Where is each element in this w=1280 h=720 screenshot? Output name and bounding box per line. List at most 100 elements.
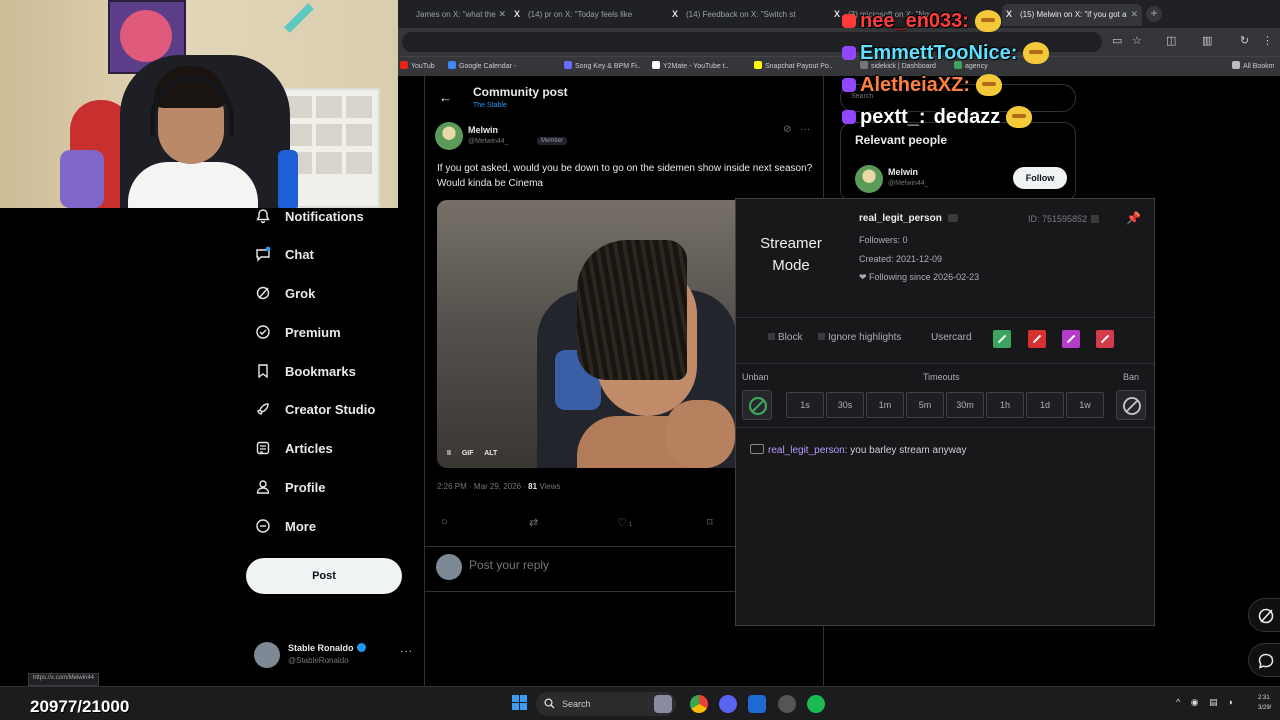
timeout-1h-button[interactable]: 1h (986, 392, 1024, 418)
app-icon[interactable] (778, 695, 796, 713)
browser-tab-bar: ✕ James on X: "what the X (14) pr on X: "T… (398, 0, 1280, 28)
browser-tab[interactable]: ✕ James on X: "what the (398, 4, 510, 26)
nav-notifications[interactable]: Notifications (254, 204, 364, 228)
back-arrow-icon[interactable]: ← (439, 90, 452, 105)
author-name[interactable]: Melwin (468, 125, 498, 135)
highlight-green-button[interactable] (993, 330, 1011, 348)
browser-tab[interactable]: X (14) pr on X: "Today feels like (510, 4, 662, 26)
block-checkbox[interactable]: Block (768, 332, 802, 343)
windows-start-icon[interactable] (512, 695, 528, 711)
nav-articles[interactable]: Articles (254, 436, 333, 460)
chrome-icon[interactable] (690, 695, 708, 713)
x-logo-icon: X (834, 9, 841, 19)
cast-icon[interactable]: ▭ (1112, 34, 1122, 47)
nav-profile[interactable]: Profile (254, 475, 325, 499)
calendar-icon (448, 61, 456, 69)
chat-username: AletheiaXZ (860, 73, 964, 96)
alt-badge[interactable]: ALT (484, 450, 497, 457)
timeout-5m-button[interactable]: 5m (906, 392, 944, 418)
reply-icon[interactable]: ○ (441, 516, 448, 528)
more-dots-icon[interactable]: ··· (800, 124, 810, 135)
person-name[interactable]: Melwin (888, 167, 918, 177)
chat-message: EmmettTooNice: (842, 38, 1050, 68)
menu-icon[interactable]: ⋮ (1262, 34, 1273, 47)
bookmark-item[interactable]: Song Key & BPM Fi.. (564, 61, 641, 70)
emote-icon (1006, 106, 1033, 128)
avatar[interactable] (855, 165, 883, 193)
timeout-1s-button[interactable]: 1s (786, 392, 824, 418)
ban-button[interactable] (1116, 390, 1146, 420)
account-switcher[interactable]: Stable Ronaldo @StableRonaldo ··· (254, 640, 414, 676)
usercard-username[interactable]: real_legit_person (859, 213, 942, 224)
browser-tab[interactable]: X (14) Feedback on X: "Switch st (668, 4, 828, 26)
author-handle[interactable]: @Melwin44_ (468, 138, 509, 145)
spotify-icon[interactable] (807, 695, 825, 713)
more-circle-icon (254, 517, 272, 535)
timeout-1m-button[interactable]: 1m (866, 392, 904, 418)
avatar (436, 554, 462, 580)
bookmark-icon[interactable]: ⌑ (707, 516, 713, 529)
usercard-message: real_legit_person: you barley stream any… (750, 444, 966, 456)
post-button[interactable]: Post (246, 558, 402, 594)
timeout-30s-button[interactable]: 30s (826, 392, 864, 418)
nav-creator-studio[interactable]: Creator Studio (254, 397, 375, 421)
unban-button[interactable] (742, 390, 772, 420)
system-tray[interactable]: ^ ◉ ▤ ◗ (1176, 697, 1238, 708)
reply-input[interactable] (469, 555, 669, 575)
nav-chat[interactable]: Chat (254, 242, 314, 266)
pause-icon[interactable]: II (447, 450, 451, 457)
created-date: Created: 2021-12-09 (859, 254, 943, 264)
bookmark-item[interactable]: Google Calendar - (448, 61, 516, 70)
premium-icon (254, 323, 272, 341)
timeout-30m-button[interactable]: 30m (946, 392, 984, 418)
messages-float-button[interactable] (1248, 643, 1280, 677)
chat-badge-icon (842, 14, 856, 28)
bookmark-item[interactable]: YouTub (400, 61, 435, 70)
extensions-icon[interactable]: ◫ (1166, 34, 1176, 47)
discord-icon[interactable] (719, 695, 737, 713)
star-icon[interactable]: ☆ (1132, 34, 1142, 47)
new-tab-button[interactable]: + (1146, 6, 1162, 22)
sidepanel-icon[interactable]: ▥ (1202, 34, 1212, 47)
grok-float-button[interactable] (1248, 598, 1280, 632)
nav-grok[interactable]: Grok (254, 281, 315, 305)
usercard-link[interactable]: Usercard (931, 332, 972, 343)
app-icon[interactable] (748, 695, 766, 713)
highlight-heart-button[interactable] (1096, 330, 1114, 348)
close-tab-icon[interactable]: ✕ (498, 9, 506, 20)
bookmark-item[interactable]: Snapchat Payout Po.. (754, 61, 833, 70)
copy-icon[interactable] (947, 214, 958, 222)
close-tab-icon[interactable]: ✕ (1130, 9, 1138, 20)
chat-badge-icon (842, 110, 856, 124)
highlight-red-button[interactable] (1028, 330, 1046, 348)
post-gif[interactable]: II GIF ALT (437, 200, 747, 468)
follow-button[interactable]: Follow (1013, 167, 1067, 189)
post-actions: ○ ⇄ ♡ 1 ⌑ (441, 516, 721, 530)
like-button[interactable]: ♡ 1 (617, 516, 632, 529)
pin-icon[interactable]: 📌 (1126, 211, 1141, 225)
repost-icon[interactable]: ⇄ (529, 516, 538, 529)
water-bottle (278, 150, 298, 208)
chat-icon (254, 245, 272, 263)
status-bar-url: https://x.com/Melwin44 (28, 673, 100, 686)
person-icon (254, 478, 272, 496)
more-dots-icon[interactable]: ··· (400, 646, 413, 657)
community-link[interactable]: The Stable (473, 102, 507, 109)
app-icon[interactable] (654, 695, 672, 713)
nav-more[interactable]: More (254, 514, 316, 538)
all-bookmarks[interactable]: All Bookm (1232, 61, 1275, 70)
timeout-1d-button[interactable]: 1d (1026, 392, 1064, 418)
clock[interactable]: 2:31 3/29/ (1258, 693, 1271, 713)
highlight-purple-button[interactable] (1062, 330, 1080, 348)
nav-premium[interactable]: Premium (254, 320, 341, 344)
reload-icon[interactable]: ↻ (1240, 34, 1249, 47)
timeout-1w-button[interactable]: 1w (1066, 392, 1104, 418)
author-avatar[interactable] (435, 122, 463, 150)
message-username: real_legit_person: (768, 445, 848, 456)
nav-bookmarks[interactable]: Bookmarks (254, 359, 356, 383)
bookmark-item[interactable]: Y2Mate - YouTube t.. (652, 61, 729, 70)
copy-icon[interactable] (1091, 215, 1100, 223)
browser-tab-active[interactable]: X (15) Melwin on X: "if you got a ✕ (1002, 4, 1142, 26)
ignore-highlights-checkbox[interactable]: Ignore highlights (818, 332, 901, 343)
grok-icon[interactable]: ⊘ (783, 124, 791, 135)
